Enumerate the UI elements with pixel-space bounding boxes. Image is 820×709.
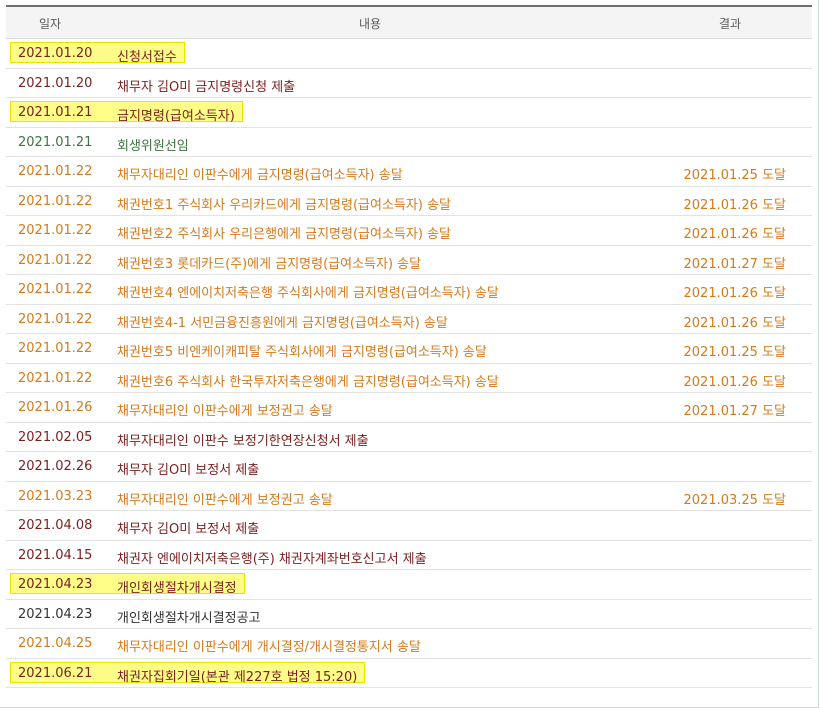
row-date: 2021.04.23 (18, 606, 93, 622)
row-content: 채권번호4-1 서민금융진흥원에게 금지명령(급여소득자) 송달 (117, 315, 448, 331)
table-row: 2021.04.23 개인회생절차개시결정 (6, 570, 812, 600)
table-row: 2021.01.21 금지명령(급여소득자) (6, 98, 812, 128)
row-content: 신청서접수 (117, 50, 177, 65)
row-date: 2021.01.22 (18, 252, 93, 268)
row-content: 채권번호2 주식회사 우리은행에게 금지명령(급여소득자) 송달 (117, 227, 451, 242)
row-content: 채무자대리인 이판수에게 금지명령(급여소득자) 송달 (117, 168, 403, 183)
row-result: 2021.01.26 도달 (683, 286, 787, 301)
table-row: 2021.03.23 채무자대리인 이판수에게 보정권고 송달 2021.03.25… (6, 482, 812, 511)
row-date: 2021.01.26 (18, 400, 93, 415)
header-date: 일자 (39, 17, 62, 31)
header-result: 결과 (719, 17, 742, 31)
table-row: 2021.01.22 채무자대리인 이판수에게 금지명령(급여소득자) 송달 202… (6, 157, 812, 187)
row-result: 2021.01.26 도달 (683, 227, 787, 242)
row-content: 채권번호1 주식회사 우리카드에게 금지명령(급여소득자) 송달 (117, 197, 451, 213)
row-result: 2021.01.26 도달 (683, 374, 787, 390)
row-date: 2021.01.20 (18, 46, 93, 61)
table-row: 2021.04.25 채무자대리인 이판수에게 개시결정/개시결정통지서 송달 (6, 629, 812, 659)
table-row: 2021.01.22 채권번호1 주식회사 우리카드에게 금지명령(급여소득자) … (6, 187, 812, 216)
row-result: 2021.01.27 도달 (683, 404, 787, 419)
table-row: 2021.01.22 채권번호4 엔에이치저축은행 주식회사에게 금지명령(급여소… (6, 275, 812, 305)
row-date: 2021.04.25 (18, 636, 93, 651)
table-row: 2021.01.22 채권번호3 롯데카드(주)에게 금지명령(급여소득자) 송달… (6, 246, 812, 275)
row-content: 채권자 엔에이치저축은행(주) 채권자계좌번호신고서 제출 (117, 551, 427, 567)
table-row: 2021.01.22 채권번호2 주식회사 우리은행에게 금지명령(급여소득자) … (6, 216, 812, 246)
table-row: 2021.04.15 채권자 엔에이치저축은행(주) 채권자계좌번호신고서 제출 (6, 541, 812, 570)
row-date: 2021.06.21 (18, 665, 93, 681)
row-content: 채무자대리인 이판수에게 보정권고 송달 (117, 404, 333, 419)
row-date: 2021.04.23 (18, 577, 93, 592)
case-history-table: 일자 내용 결과 2021.01.20 신청서접수 2021.01.20 채무자 김O… (6, 5, 812, 688)
row-date: 2021.01.22 (18, 193, 93, 209)
row-date: 2021.01.21 (18, 105, 93, 120)
row-content: 개인회생절차개시결정공고 (117, 610, 261, 626)
table-body: 2021.01.20 신청서접수 2021.01.20 채무자 김O미 금지명령신청 … (6, 39, 812, 688)
row-content: 채무자대리인 이판수에게 개시결정/개시결정통지서 송달 (117, 640, 421, 655)
row-content: 채무자대리인 이판수 보정기한연장신청서 제출 (117, 433, 369, 449)
row-content: 개인회생절차개시결정 (117, 581, 237, 596)
table-row: 2021.01.26 채무자대리인 이판수에게 보정권고 송달 2021.01.27… (6, 393, 812, 423)
table-row: 2021.01.20 신청서접수 (6, 39, 812, 69)
row-content: 금지명령(급여소득자) (117, 109, 235, 124)
row-content: 채무자 김O미 금지명령신청 제출 (117, 79, 296, 95)
table-header: 일자 내용 결과 (6, 5, 812, 39)
row-content: 채권번호5 비엔케이캐피탈 주식회사에게 금지명령(급여소득자) 송달 (117, 345, 487, 360)
row-date: 2021.01.22 (18, 341, 93, 356)
row-date: 2021.01.22 (18, 311, 93, 327)
table-row: 2021.01.22 채권번호6 주식회사 한국투자저축은행에게 금지명령(급여소… (6, 364, 812, 393)
row-date: 2021.02.05 (18, 429, 93, 445)
row-date: 2021.01.22 (18, 164, 93, 179)
table-row: 2021.06.21 채권자집회기일(본관 제227호 법정 15:20) (6, 659, 812, 688)
row-date: 2021.01.21 (18, 134, 93, 150)
row-date: 2021.04.15 (18, 547, 93, 563)
row-result: 2021.01.25 도달 (683, 345, 787, 360)
row-content: 채권번호4 엔에이치저축은행 주식회사에게 금지명령(급여소득자) 송달 (117, 286, 499, 301)
table-row: 2021.02.05 채무자대리인 이판수 보정기한연장신청서 제출 (6, 423, 812, 452)
row-date: 2021.01.22 (18, 370, 93, 386)
row-date: 2021.01.22 (18, 282, 93, 297)
row-date: 2021.04.08 (18, 518, 93, 533)
row-content: 채권번호3 롯데카드(주)에게 금지명령(급여소득자) 송달 (117, 256, 422, 272)
row-result: 2021.03.25 도달 (683, 492, 787, 508)
table-row: 2021.04.08 채무자 김O미 보정서 제출 (6, 511, 812, 541)
row-date: 2021.01.22 (18, 223, 93, 238)
row-content: 채무자 김O미 보정서 제출 (117, 463, 260, 478)
header-content: 내용 (359, 17, 382, 31)
table-row: 2021.01.21 회생위원선임 (6, 128, 812, 157)
row-date: 2021.02.26 (18, 459, 93, 474)
row-result: 2021.01.25 도달 (683, 168, 787, 183)
row-date: 2021.03.23 (18, 488, 93, 504)
row-result: 2021.01.26 도달 (683, 315, 787, 331)
row-result: 2021.01.27 도달 (683, 256, 787, 272)
table-row: 2021.01.22 채권번호4-1 서민금융진흥원에게 금지명령(급여소득자) … (6, 305, 812, 334)
table-row: 2021.01.20 채무자 김O미 금지명령신청 제출 (6, 69, 812, 98)
row-result: 2021.01.26 도달 (683, 197, 787, 213)
table-row: 2021.04.23 개인회생절차개시결정공고 (6, 600, 812, 629)
row-content: 채권번호6 주식회사 한국투자저축은행에게 금지명령(급여소득자) 송달 (117, 374, 499, 390)
row-content: 회생위원선임 (117, 138, 189, 154)
row-content: 채권자집회기일(본관 제227호 법정 15:20) (117, 669, 358, 685)
row-content: 채무자 김O미 보정서 제출 (117, 522, 260, 537)
table-row: 2021.01.22 채권번호5 비엔케이캐피탈 주식회사에게 금지명령(급여소득… (6, 334, 812, 364)
row-date: 2021.01.20 (18, 75, 93, 91)
table-row: 2021.02.26 채무자 김O미 보정서 제출 (6, 452, 812, 482)
row-content: 채무자대리인 이판수에게 보정권고 송달 (117, 492, 333, 508)
